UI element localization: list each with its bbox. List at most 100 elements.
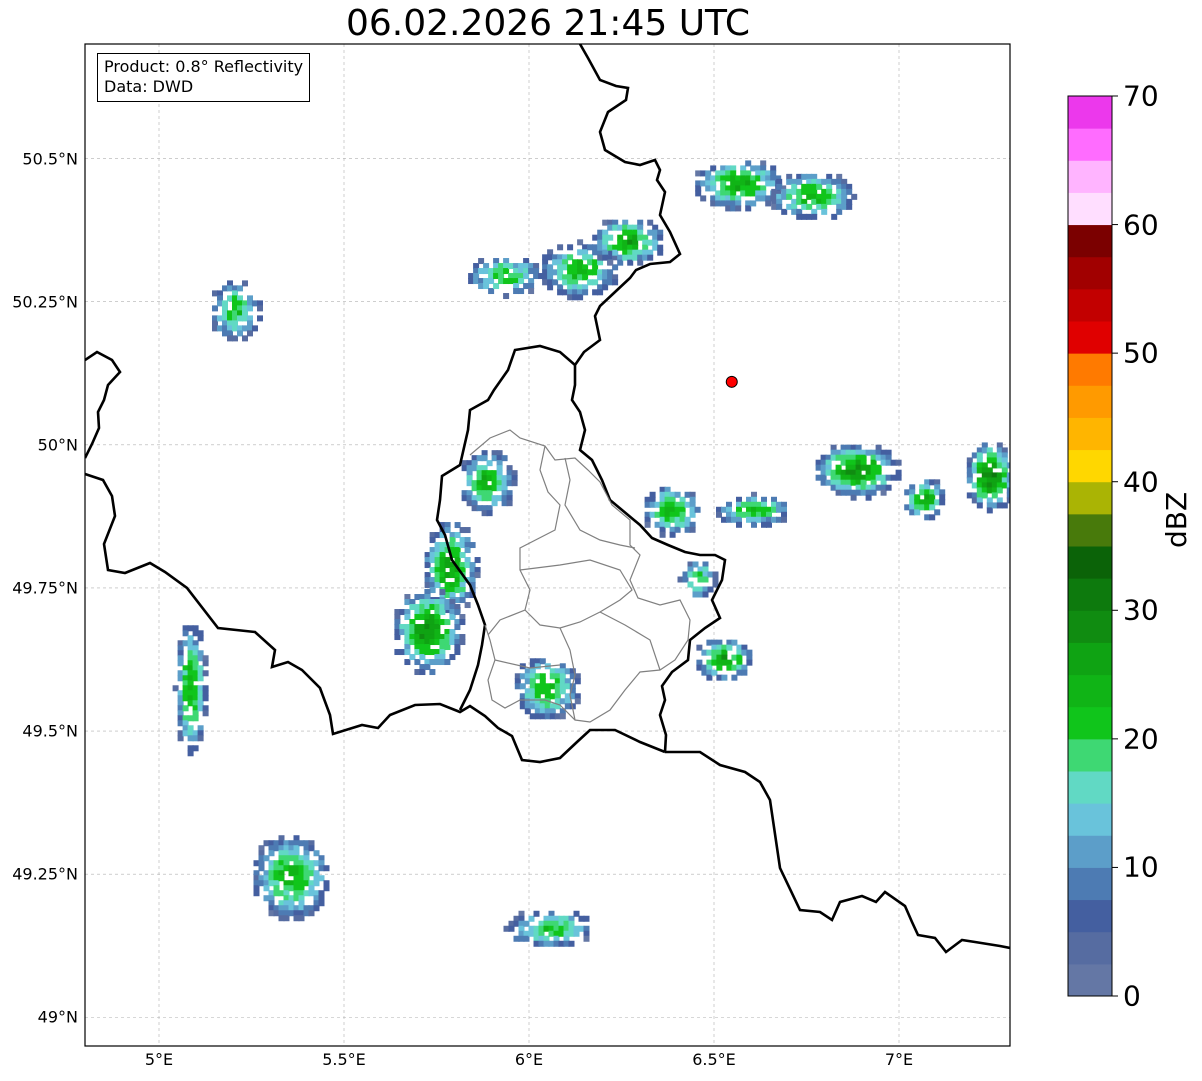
colorbar-swatch: [1068, 96, 1112, 129]
echo-pixel: [197, 635, 204, 642]
country-border: [665, 750, 1010, 954]
echo-pixel: [439, 589, 446, 596]
echo-pixel: [557, 244, 564, 251]
lat-tick-label: 50.5°N: [22, 149, 78, 168]
echo-pixel: [1012, 467, 1018, 473]
colorbar-swatch: [1068, 706, 1112, 740]
echo-pixel: [746, 659, 753, 666]
province-border: [564, 457, 636, 549]
map-frame: [84, 43, 1011, 1047]
echo-pixel: [735, 205, 742, 212]
echo-cell: [716, 491, 787, 528]
echo-pixel: [1012, 472, 1018, 478]
echo-pixel: [781, 516, 787, 523]
echo-pixel: [202, 670, 209, 677]
echo-pixel: [607, 234, 614, 241]
echo-pixel: [1012, 462, 1018, 468]
echo-pixel: [559, 713, 566, 720]
echo-cell: [461, 450, 518, 517]
lon-tick-label: 7°E: [884, 1050, 914, 1069]
colorbar-swatch: [1068, 610, 1112, 643]
colorbar-swatch: [1068, 771, 1112, 804]
echo-pixel: [644, 521, 651, 528]
colorbar-swatch: [1068, 481, 1112, 515]
echo-cell: [904, 479, 946, 521]
colorbar-swatch: [1068, 417, 1112, 451]
colorbar-swatch: [1068, 192, 1112, 226]
echo-pixel: [474, 557, 481, 564]
colorbar-swatch: [1068, 546, 1112, 579]
echo-pixel: [528, 288, 535, 295]
province-border: [599, 611, 661, 671]
echo-pixel: [811, 213, 818, 220]
echo-pixel: [202, 710, 209, 717]
echo-pixel: [567, 244, 574, 251]
colorbar-swatch: [1068, 160, 1112, 193]
echo-pixel: [647, 254, 654, 261]
reflectivity-echoes: [172, 160, 1018, 947]
echo-pixel: [1012, 482, 1018, 488]
product-info-box: Product: 0.8° Reflectivity Data: DWD: [97, 53, 311, 102]
colorbar-tick-label: 70: [1123, 79, 1159, 113]
echo-cell: [514, 658, 581, 720]
product-label: Product: 0.8° Reflectivity: [104, 57, 304, 76]
province-border: [519, 559, 633, 629]
colorbar-swatch: [1068, 288, 1112, 322]
echo-cell: [815, 444, 902, 501]
echo-pixel: [846, 203, 853, 210]
colorbar-swatch: [1068, 899, 1112, 933]
echo-pixel: [657, 234, 664, 241]
echo-pixel: [736, 521, 742, 528]
colorbar: [1067, 95, 1118, 997]
echo-cell: [172, 625, 209, 757]
echo-pixel: [511, 480, 518, 487]
echo-pixel: [583, 915, 590, 922]
lat-tick-label: 49.75°N: [12, 578, 78, 598]
colorbar-swatch: [1068, 353, 1112, 386]
echo-pixel: [253, 890, 260, 897]
radar-site-marker: [725, 375, 738, 388]
echo-pixel: [202, 695, 209, 702]
echo-pixel: [689, 526, 696, 533]
lat-tick-label: 50.25°N: [12, 292, 78, 312]
echo-pixel: [694, 506, 701, 513]
colorbar-tick-label: 30: [1123, 593, 1159, 627]
echo-cell: [696, 639, 753, 681]
echo-cell: [253, 835, 330, 922]
echo-cell: [503, 910, 590, 947]
echo-pixel: [459, 639, 466, 646]
colorbar-swatch: [1068, 835, 1112, 868]
lon-tick-label: 5.5°E: [322, 1050, 366, 1069]
data-source-label: Data: DWD: [104, 77, 194, 96]
echo-pixel: [197, 735, 204, 742]
colorbar-swatch: [1068, 449, 1112, 483]
echo-pixel: [257, 315, 263, 322]
lon-tick-label: 5°E: [144, 1050, 174, 1069]
echo-pixel: [474, 572, 481, 579]
echo-pixel: [192, 715, 199, 722]
gridlines: [85, 44, 1010, 1046]
echo-pixel: [700, 195, 707, 202]
echo-pixel: [934, 509, 941, 516]
echo-pixel: [323, 865, 330, 872]
echo-pixel: [607, 259, 614, 266]
echo-pixel: [851, 193, 858, 200]
echo-pixel: [318, 900, 325, 907]
echo-cell: [468, 258, 545, 300]
echo-pixel: [454, 649, 461, 656]
echo-pixel: [503, 293, 510, 300]
colorbar-tick-label: 20: [1123, 722, 1159, 756]
echo-pixel: [538, 273, 545, 280]
colorbar-tick-label: 40: [1123, 465, 1159, 499]
echo-pixel: [323, 885, 330, 892]
colorbar-swatch: [1068, 385, 1112, 418]
colorbar-swatch: [1068, 321, 1112, 354]
colorbar-tick-label: 60: [1123, 208, 1159, 242]
echo-pixel: [469, 542, 476, 549]
echo-pixel: [574, 678, 581, 685]
echo-pixel: [533, 910, 540, 917]
echo-pixel: [506, 500, 513, 507]
echo-pixel: [501, 455, 508, 462]
colorbar-label: dBZ: [1160, 491, 1193, 548]
echo-pixel: [895, 459, 902, 466]
